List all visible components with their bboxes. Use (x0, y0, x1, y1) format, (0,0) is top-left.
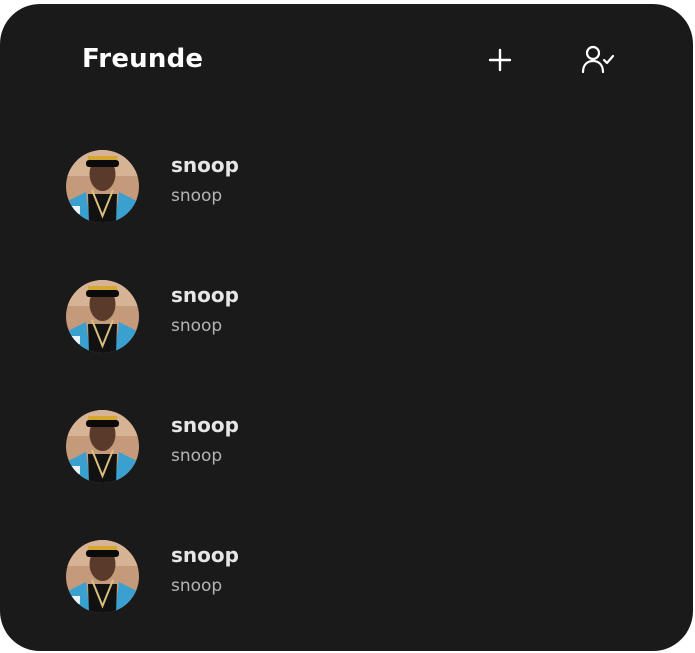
avatar (66, 410, 139, 483)
user-check-icon (581, 45, 615, 74)
friend-list-item[interactable]: snoop snoop (66, 150, 626, 224)
friend-username: snoop (171, 186, 223, 206)
friend-username: snoop (171, 576, 223, 596)
page-title: Freunde (82, 44, 204, 74)
friends-panel: Freunde snoop snoop snoop snoop snoop sn… (0, 4, 693, 651)
avatar (66, 150, 139, 223)
friend-name: snoop (171, 543, 239, 567)
friend-name: snoop (171, 283, 239, 307)
friend-username: snoop (171, 316, 223, 336)
friend-requests-button[interactable] (578, 40, 618, 80)
plus-icon (488, 48, 512, 72)
friend-list-item[interactable]: snoop snoop (66, 280, 626, 354)
friend-name: snoop (171, 153, 239, 177)
avatar (66, 280, 139, 353)
friend-list-item[interactable]: snoop snoop (66, 410, 626, 484)
friend-list-item[interactable]: snoop snoop (66, 540, 626, 614)
add-friend-button[interactable] (480, 40, 520, 80)
friend-name: snoop (171, 413, 239, 437)
friend-username: snoop (171, 446, 223, 466)
avatar (66, 540, 139, 613)
